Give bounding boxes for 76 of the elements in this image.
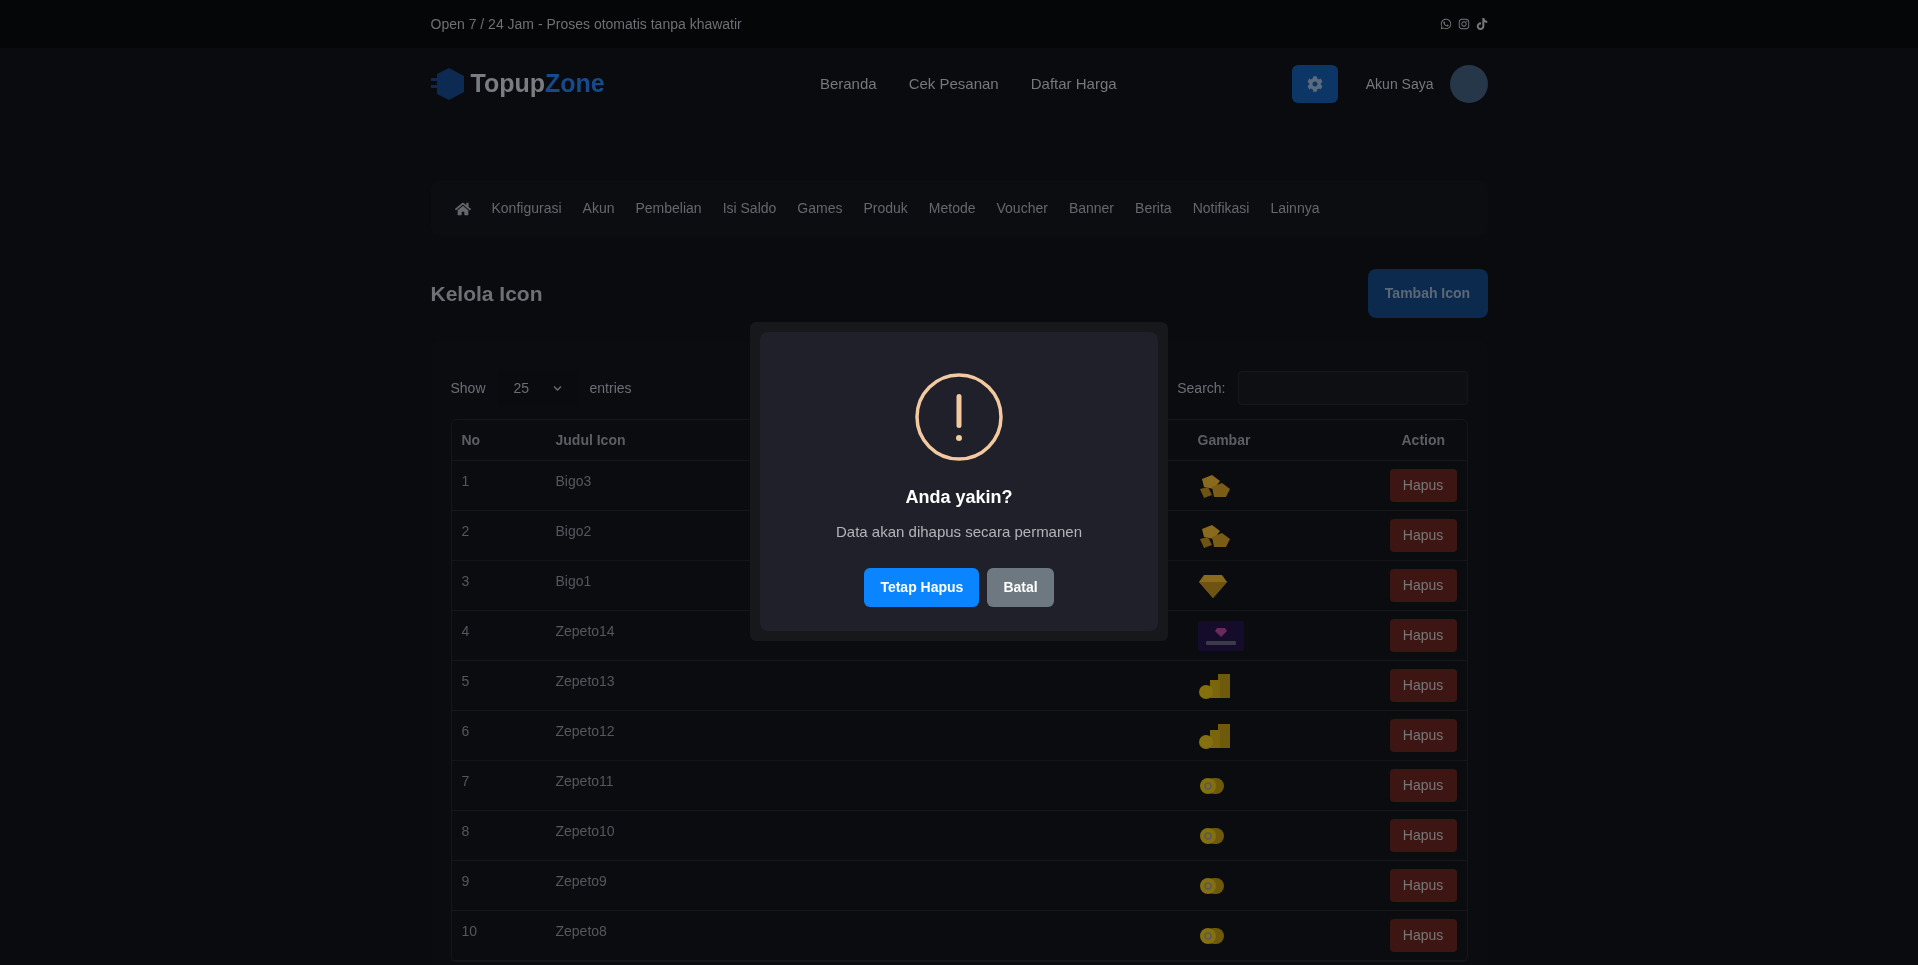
nugget-icon	[1197, 472, 1232, 499]
table-cell: Bigo3	[555, 473, 592, 489]
delete-button[interactable]: Hapus	[1389, 619, 1457, 652]
table-cell: Zepeto14	[555, 623, 615, 639]
table-cell: 10	[461, 923, 478, 939]
table-cell: Zepeto12	[555, 723, 615, 739]
admin-menu-item[interactable]: Lainnya	[1270, 198, 1320, 219]
admin-menu-item[interactable]: Berita	[1135, 198, 1172, 219]
settings-icon	[1306, 76, 1323, 92]
banner-image	[1197, 620, 1244, 651]
delete-button[interactable]: Hapus	[1389, 919, 1457, 952]
delete-button[interactable]: Hapus	[1389, 819, 1457, 852]
column-header: Judul Icon	[554, 430, 627, 450]
settings-button[interactable]	[1291, 65, 1338, 103]
diamond-icon	[1197, 572, 1228, 599]
cancel-button[interactable]: Batal	[987, 567, 1054, 607]
table-cell: Bigo1	[555, 573, 592, 589]
show-label: Show	[450, 378, 486, 398]
table-cell: Bigo2	[555, 523, 592, 539]
nav-link[interactable]: Daftar Harga	[1030, 72, 1117, 96]
table-cell: 9	[461, 873, 470, 889]
column-header: No	[460, 430, 482, 450]
whatsapp-icon[interactable]	[1439, 18, 1452, 30]
delete-button[interactable]: Hapus	[1389, 569, 1457, 602]
table-cell: Zepeto13	[555, 673, 615, 689]
admin-menu-item[interactable]: Akun	[582, 198, 615, 219]
table-cell: 7	[461, 773, 470, 789]
admin-menu-item[interactable]: Produk	[863, 198, 908, 219]
table-cell: Zepeto10	[555, 823, 615, 839]
nav-link[interactable]: Cek Pesanan	[908, 72, 999, 96]
chevron-down-icon	[552, 383, 562, 393]
table-cell: 6	[461, 723, 470, 739]
admin-menu-item[interactable]: Notifikasi	[1192, 198, 1250, 219]
page-title: Kelola Icon	[430, 280, 543, 307]
search-label: Search:	[1177, 378, 1226, 398]
admin-menu-item[interactable]: Pembelian	[635, 198, 702, 219]
delete-button[interactable]: Hapus	[1389, 719, 1457, 752]
table-cell: 2	[461, 523, 470, 539]
table-cell: 8	[461, 823, 470, 839]
logo-text: TopupZone	[470, 68, 605, 100]
coin-stack-icon	[1197, 671, 1232, 700]
warning-icon	[914, 372, 1004, 462]
delete-button[interactable]: Hapus	[1389, 669, 1457, 702]
table-cell: Zepeto11	[555, 773, 614, 789]
admin-menu-item[interactable]: Konfigurasi	[491, 198, 562, 219]
instagram-icon[interactable]	[1457, 18, 1470, 30]
admin-menu-item[interactable]: Games	[797, 198, 843, 219]
home-icon[interactable]	[454, 200, 471, 217]
admin-menu-item[interactable]: Voucher	[996, 198, 1048, 219]
dialog-title: Anda yakin?	[905, 486, 1013, 509]
tagline: Open 7 / 24 Jam - Proses otomatis tanpa khawatir	[430, 14, 742, 34]
admin-menu-item[interactable]: Isi Saldo	[722, 198, 777, 219]
tiktok-icon[interactable]	[1475, 18, 1488, 30]
table-cell: Zepeto8	[555, 923, 607, 939]
delete-button[interactable]: Hapus	[1389, 469, 1457, 502]
admin-menu-item[interactable]: Banner	[1068, 198, 1115, 219]
confirm-button[interactable]: Tetap Hapus	[864, 567, 980, 607]
table-cell: Zepeto9	[555, 873, 607, 889]
table-cell: 1	[461, 473, 470, 489]
column-header: Action	[1400, 430, 1447, 450]
account-link[interactable]: Akun Saya	[1365, 73, 1434, 95]
admin-menu-item[interactable]: Metode	[928, 198, 976, 219]
delete-button[interactable]: Hapus	[1389, 869, 1457, 902]
logo-icon	[430, 66, 467, 102]
coin-stack-icon	[1197, 721, 1232, 750]
dialog-message: Data akan dihapus secara permanen	[836, 522, 1082, 542]
entries-label: entries	[589, 378, 632, 398]
table-cell: 5	[461, 673, 470, 689]
table-cell: 3	[461, 573, 470, 589]
nav-link[interactable]: Beranda	[819, 72, 877, 96]
add-icon-button[interactable]: Tambah Icon	[1367, 269, 1488, 318]
delete-button[interactable]: Hapus	[1389, 519, 1457, 552]
table-cell: 4	[461, 623, 470, 639]
column-header: Gambar	[1196, 430, 1252, 450]
delete-button[interactable]: Hapus	[1389, 769, 1457, 802]
nugget-icon	[1197, 522, 1232, 549]
